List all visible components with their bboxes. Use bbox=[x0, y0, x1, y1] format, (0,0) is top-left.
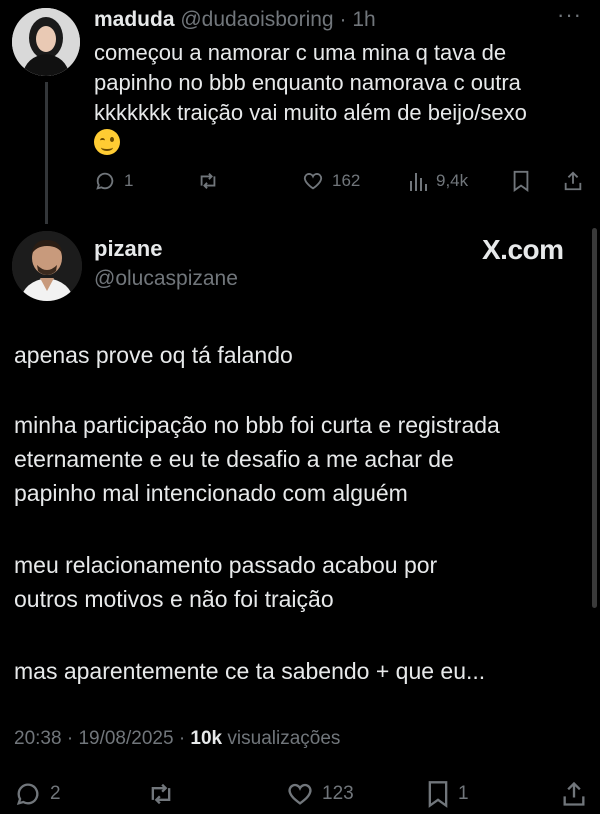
tweet-line: kkkkkkk traição vai muito além de beijo/… bbox=[94, 100, 527, 125]
reply-count: 2 bbox=[50, 783, 61, 804]
reply-button[interactable]: 2 bbox=[14, 780, 61, 808]
repost-button[interactable] bbox=[146, 780, 176, 808]
more-options-icon[interactable]: ··· bbox=[557, 2, 582, 28]
like-count: 123 bbox=[322, 783, 354, 804]
views-chart-icon bbox=[410, 173, 427, 191]
author-username[interactable]: @olucaspizane bbox=[94, 267, 238, 291]
avatar[interactable] bbox=[12, 8, 80, 76]
reply-header: maduda @dudaoisboring · 1h bbox=[94, 6, 560, 34]
tweet-line: minha participação no bbb foi curta e re… bbox=[14, 412, 500, 438]
tweet-line: começou a namorar c uma mina q tava de bbox=[94, 40, 507, 65]
heart-icon bbox=[288, 783, 312, 805]
share-icon bbox=[563, 781, 585, 806]
tweet-paragraph: meu relacionamento passado acabou por ou… bbox=[14, 548, 586, 616]
bookmark-icon bbox=[428, 781, 448, 808]
tweet-line: apenas prove oq tá falando bbox=[14, 342, 293, 368]
tweet-metadata: 20:38 · 19/08/2025 · 10k visualizações bbox=[14, 728, 340, 750]
views-label: visualizações bbox=[227, 728, 341, 749]
bookmark-icon bbox=[513, 170, 529, 192]
timestamp[interactable]: 1h bbox=[352, 8, 375, 31]
repost-button[interactable] bbox=[196, 170, 220, 192]
tweet-line: meu relacionamento passado acabou por bbox=[14, 552, 438, 578]
like-count: 162 bbox=[332, 171, 361, 190]
main-action-bar: 2 123 1 bbox=[0, 780, 600, 808]
views-count: 9,4k bbox=[436, 171, 469, 190]
tweet-text: começou a namorar c uma mina q tava de p… bbox=[94, 38, 574, 158]
x-com-watermark: X.com bbox=[482, 234, 564, 265]
like-button[interactable]: 162 bbox=[302, 170, 360, 192]
tweet-line: eternamente e eu te desafio a me achar d… bbox=[14, 446, 454, 472]
tweet-time[interactable]: 20:38 bbox=[14, 728, 62, 749]
separator-dot: · bbox=[178, 728, 186, 749]
display-name[interactable]: maduda bbox=[94, 8, 175, 31]
tweet-paragraph: apenas prove oq tá falando bbox=[14, 338, 586, 372]
reply-icon bbox=[16, 783, 39, 806]
tweet-line: mas aparentemente ce ta sabendo + que eu… bbox=[14, 658, 486, 684]
tweet-paragraph: minha participação no bbb foi curta e re… bbox=[14, 408, 586, 510]
bookmark-button[interactable] bbox=[511, 170, 531, 192]
reply-count: 1 bbox=[124, 171, 134, 190]
views-button[interactable]: 9,4k bbox=[408, 170, 468, 192]
tweet-date[interactable]: 19/08/2025 bbox=[78, 728, 173, 749]
bookmark-count: 1 bbox=[458, 783, 469, 804]
views-count: 10k bbox=[190, 728, 223, 749]
page: maduda @dudaoisboring · 1h ··· começou a… bbox=[0, 0, 600, 814]
share-icon bbox=[564, 171, 582, 191]
author-avatar[interactable] bbox=[12, 231, 82, 301]
tweet-line: outros motivos e não foi traição bbox=[14, 586, 334, 612]
repost-icon bbox=[151, 783, 171, 805]
winking-face-emoji-icon bbox=[94, 129, 120, 155]
thread-line bbox=[45, 82, 48, 224]
tweet-paragraph: mas aparentemente ce ta sabendo + que eu… bbox=[14, 654, 586, 688]
reply-action-bar: 1 162 9,4k bbox=[0, 170, 600, 194]
bookmark-button[interactable]: 1 bbox=[426, 780, 469, 808]
share-button[interactable] bbox=[560, 780, 588, 808]
reply-icon bbox=[96, 172, 114, 190]
share-button[interactable] bbox=[562, 170, 584, 192]
repost-icon bbox=[200, 173, 216, 189]
username[interactable]: @dudaoisboring bbox=[180, 8, 333, 31]
avatar-image bbox=[12, 231, 82, 301]
reply-tweet[interactable]: maduda @dudaoisboring · 1h ··· começou a… bbox=[0, 0, 600, 232]
separator-dot: · bbox=[339, 8, 347, 31]
heart-icon bbox=[303, 173, 323, 190]
avatar-image bbox=[12, 8, 80, 76]
tweet-line: papinho mal intencionado com alguém bbox=[14, 480, 408, 506]
reply-button[interactable]: 1 bbox=[94, 170, 133, 192]
like-button[interactable]: 123 bbox=[286, 780, 354, 808]
tweet-line: papinho no bbb enquanto namorava c outra bbox=[94, 70, 521, 95]
author-display-name[interactable]: pizane bbox=[94, 236, 162, 262]
scrollbar[interactable] bbox=[592, 228, 597, 608]
separator-dot: · bbox=[66, 728, 74, 749]
